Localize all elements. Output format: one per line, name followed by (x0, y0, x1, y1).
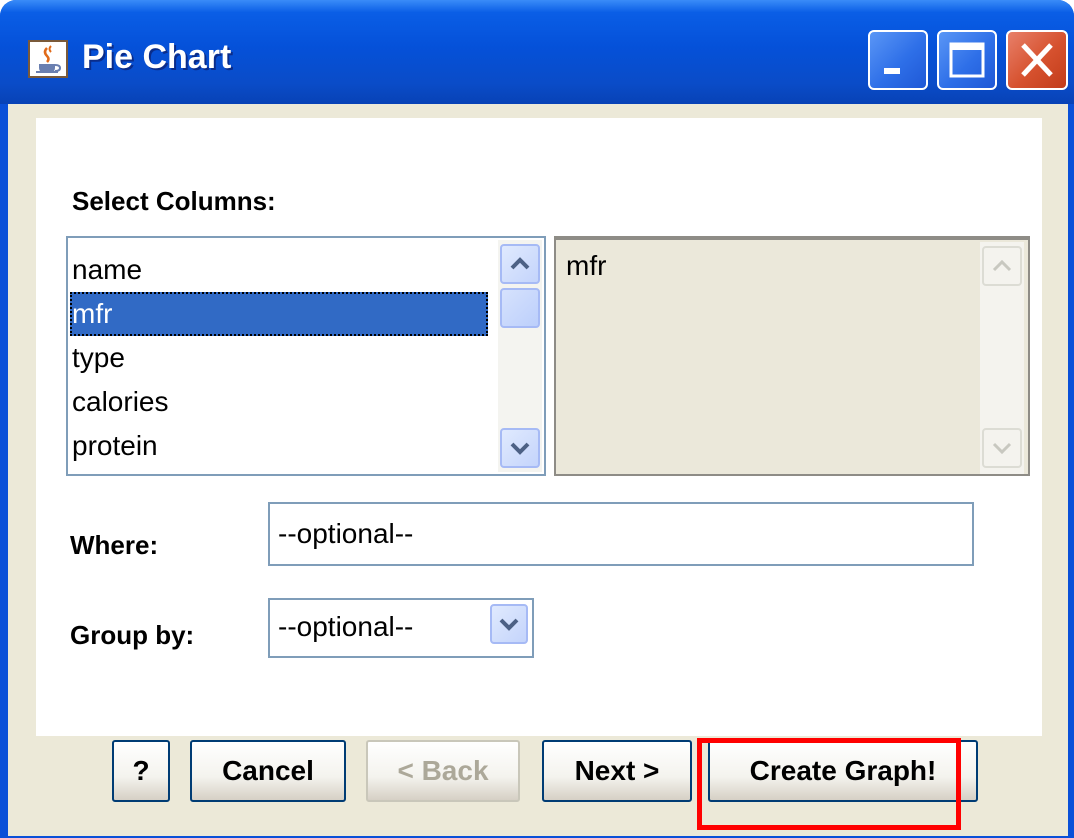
available-columns-list[interactable]: name mfr type calories protein (66, 236, 546, 476)
group-by-label: Group by: (70, 620, 195, 650)
scroll-up-button-disabled (982, 246, 1022, 286)
chosen-list-scrollbar (980, 242, 1024, 474)
maximize-icon (949, 42, 985, 78)
list-item[interactable]: calories (70, 380, 488, 424)
dialog-body: Select Columns: name mfr type calories p… (8, 104, 1068, 836)
cancel-button[interactable]: Cancel (190, 740, 346, 802)
select-columns-label: Select Columns: (72, 186, 276, 216)
close-icon (1021, 43, 1053, 77)
dialog-window: Pie Chart Select Columns: name mfr type … (0, 0, 1074, 838)
scroll-up-button[interactable] (500, 244, 540, 284)
close-button[interactable] (1006, 30, 1068, 90)
scroll-down-button-disabled (982, 428, 1022, 468)
help-button[interactable]: ? (112, 740, 170, 802)
java-cup-icon (28, 40, 68, 78)
list-item[interactable]: type (70, 336, 488, 380)
group-by-select[interactable]: --optional-- (268, 598, 534, 658)
list-item-selected[interactable]: mfr (70, 292, 488, 336)
where-input[interactable] (268, 502, 974, 566)
group-by-value: --optional-- (278, 611, 414, 642)
minimize-button[interactable] (868, 30, 928, 90)
minimize-icon (884, 68, 900, 74)
list-item[interactable]: protein (70, 424, 488, 468)
chevron-down-icon (499, 618, 519, 631)
scroll-thumb[interactable] (500, 288, 540, 328)
chevron-up-icon (992, 259, 1012, 272)
title-bar[interactable]: Pie Chart (0, 0, 1074, 104)
available-list-scrollbar[interactable] (498, 240, 542, 472)
next-button[interactable]: Next > (542, 740, 692, 802)
back-button: < Back (366, 740, 520, 802)
chevron-down-icon (992, 442, 1012, 455)
where-label: Where: (70, 530, 159, 560)
list-item[interactable]: name (70, 248, 488, 292)
highlight-box (697, 738, 961, 830)
chosen-columns-list[interactable]: mfr (554, 236, 1030, 476)
maximize-button[interactable] (937, 30, 997, 90)
dropdown-button[interactable] (490, 604, 528, 644)
scroll-down-button[interactable] (500, 428, 540, 468)
chevron-down-icon (510, 442, 530, 455)
window-title: Pie Chart (82, 38, 232, 76)
list-item[interactable]: mfr (566, 244, 606, 288)
chevron-up-icon (510, 257, 530, 270)
